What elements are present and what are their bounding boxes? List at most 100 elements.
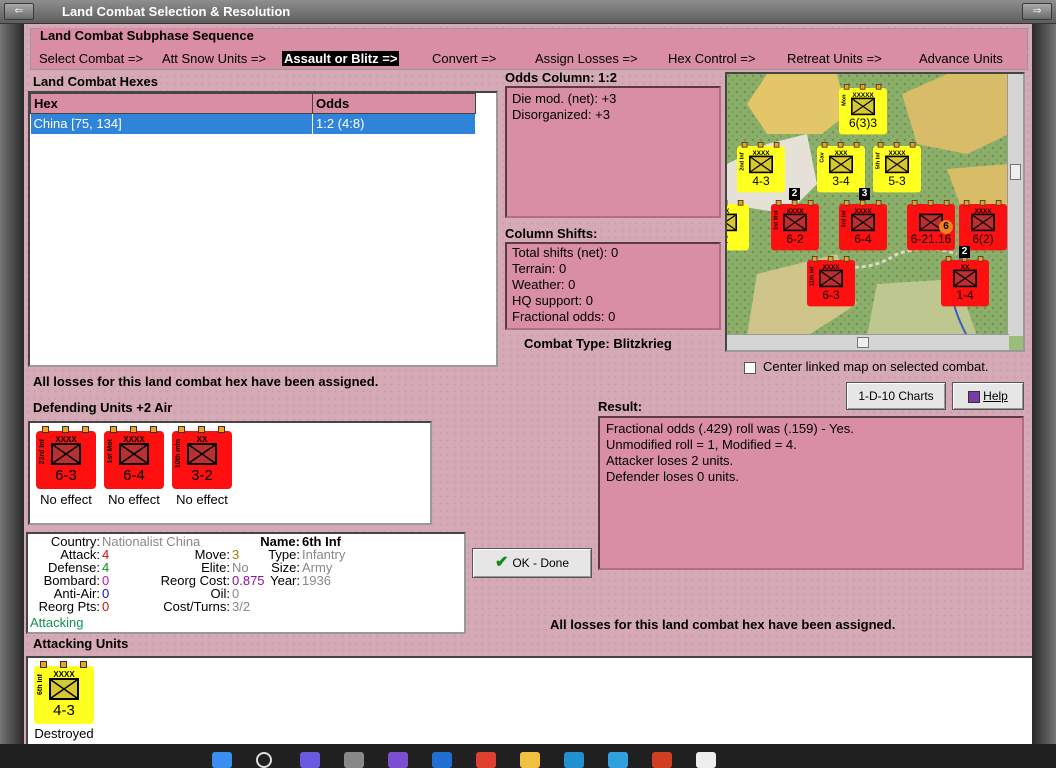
column-shifts-title: Column Shifts: <box>505 226 598 241</box>
result-line-4: Defender loses 0 units. <box>606 469 739 484</box>
seq-convert: Convert => <box>432 51 497 66</box>
unit-name: 23rd Inf <box>39 439 46 465</box>
search-icon[interactable] <box>256 752 272 768</box>
unit-name: 1st Mot <box>107 439 114 464</box>
hex-cell[interactable]: China [75, 134] <box>30 113 313 134</box>
unit-name: 1st Mot <box>773 210 779 230</box>
center-map-label: Center linked map on selected combat. <box>763 359 989 374</box>
unit-counter[interactable]: XXXX 6(2) <box>959 200 1007 251</box>
notepad-icon[interactable] <box>696 752 716 768</box>
combat-hexes-table: Hex Odds China [75, 134] 1:2 (4:8) <box>30 93 476 134</box>
help-button-label: Help <box>983 389 1008 403</box>
charts-button[interactable]: 1-D-10 Charts <box>846 382 946 410</box>
unit-counter[interactable]: XXXX 23rd Inf 6-3 <box>36 426 96 489</box>
map-vscroll-thumb[interactable] <box>1010 164 1021 180</box>
help-button[interactable]: Help <box>952 382 1024 410</box>
unit-strength: 6-4 <box>123 467 145 484</box>
disorganized-text: Disorganized: +3 <box>512 107 610 122</box>
combat-type: Combat Type: Blitzkrieg <box>524 336 672 351</box>
map-vscrollbar[interactable] <box>1007 74 1023 336</box>
seq-assault-or-blitz: Assault or Blitz => <box>282 51 400 66</box>
shift-terrain: Terrain: 0 <box>512 261 567 276</box>
copilot-icon[interactable] <box>300 752 320 768</box>
odds-panel: Die mod. (net): +3 Disorganized: +3 <box>505 86 721 218</box>
title-bar: ⇐ Land Combat Selection & Resolution ⇒ <box>0 0 1056 24</box>
infantry-symbol-icon <box>885 155 909 174</box>
unit-strength: 6(2) <box>972 232 994 247</box>
unit-strength: 6-3 <box>822 288 840 303</box>
unit-strength: 6-21.16 <box>910 232 952 247</box>
pip-icon <box>877 142 884 148</box>
pip-icon <box>60 661 67 668</box>
unit-counter[interactable]: XXXX 1st Mot 6-2 <box>771 200 819 251</box>
edge-icon[interactable] <box>608 752 628 768</box>
pip-icon <box>737 200 744 206</box>
col-odds-header[interactable]: Odds <box>312 93 476 114</box>
unit-strength: 1-4 <box>956 288 974 303</box>
unit-counter[interactable]: XXXXX Mon 6(3)3 <box>839 84 887 135</box>
unit-strength: 4-3 <box>752 174 770 189</box>
unit-counter[interactable]: XXX Cav 3-4 <box>817 142 865 193</box>
defending-units-title: Defending Units +2 Air <box>33 400 173 415</box>
attacking-units-title: Attacking Units <box>33 636 129 651</box>
col-hex-header[interactable]: Hex <box>30 93 313 114</box>
unit-counter[interactable]: XX 10th mtn 3-2 <box>172 426 232 489</box>
help-app-icon[interactable] <box>564 752 584 768</box>
pip-icon <box>893 142 900 148</box>
unit-counter[interactable]: XXXX 1st Mot 6-4 <box>104 426 164 489</box>
map-hscroll-thumb[interactable] <box>857 337 869 348</box>
unit-counter[interactable]: XXXX 11th Inf 6-3 <box>807 256 855 307</box>
defending-units-panel: XXXX 23rd Inf 6-3 No effect XXXX 1st Mot 6-4 No… <box>28 421 432 525</box>
unit-counter[interactable]: XX 1-4 <box>941 256 989 307</box>
unit-name: 2nd Inf <box>739 152 745 171</box>
pip-icon <box>218 426 225 433</box>
seq-select-combat: Select Combat => <box>39 51 144 66</box>
pip-icon <box>827 256 834 262</box>
chrome-icon[interactable] <box>476 752 496 768</box>
next-window-button[interactable]: ⇒ <box>1022 3 1052 20</box>
result-line-3: Attacker loses 2 units. <box>606 453 734 468</box>
unit-counter[interactable]: XXXX 2nd Inf 4-3 <box>737 142 785 193</box>
ok-done-label: OK - Done <box>512 556 570 570</box>
ok-done-button[interactable]: ✔ OK - Done <box>472 548 592 578</box>
pip-icon <box>80 661 87 668</box>
table-row[interactable]: China [75, 134] 1:2 (4:8) <box>30 113 476 134</box>
unit-info-panel: Country: Attack: Defense: Bombard: Anti-… <box>26 532 466 634</box>
infantry-symbol-icon <box>851 213 875 232</box>
start-icon[interactable] <box>212 752 232 768</box>
map-hscrollbar[interactable] <box>727 334 1009 350</box>
odds-cell[interactable]: 1:2 (4:8) <box>312 113 476 134</box>
folder-icon[interactable] <box>520 752 540 768</box>
window-frame-left <box>0 24 24 744</box>
pip-icon <box>911 200 918 206</box>
linked-map[interactable]: XXXXX Mon 6(3)3 XXXX 2nd Inf 4-3 XXX Cav 3-4 XXXX… <box>725 72 1025 352</box>
task-view-icon[interactable] <box>344 752 364 768</box>
pip-icon <box>843 200 850 206</box>
chat-icon[interactable] <box>388 752 408 768</box>
seq-retreat-units: Retreat Units => <box>787 51 882 66</box>
unit-counter[interactable]: XXXX 6th Inf 4-3 <box>34 661 94 724</box>
combat-hexes-title: Land Combat Hexes <box>33 74 158 89</box>
result-title: Result: <box>598 399 643 414</box>
center-map-checkbox[interactable] <box>744 362 756 374</box>
game-icon[interactable] <box>652 752 672 768</box>
pip-icon <box>791 200 798 206</box>
year-value: 1936 <box>302 573 331 588</box>
vscode-icon[interactable] <box>432 752 452 768</box>
infantry-symbol-icon <box>783 213 807 232</box>
unit-status: Attacking <box>30 615 84 630</box>
pip-icon <box>875 84 882 90</box>
reorg-pts-label: Reorg Pts: <box>38 599 100 614</box>
pip-icon <box>775 200 782 206</box>
pip-icon <box>963 200 970 206</box>
unit-counter[interactable]: XXXX 5th Inf 5-3 <box>873 142 921 193</box>
pip-icon <box>110 426 117 433</box>
unit-counter[interactable]: XX2 <box>727 200 749 251</box>
pip-icon <box>150 426 157 433</box>
prev-window-button[interactable]: ⇐ <box>4 3 34 20</box>
unit-strength: 4-3 <box>53 702 75 719</box>
shift-fractional: Fractional odds: 0 <box>512 309 616 324</box>
pip-icon <box>843 84 850 90</box>
unit-counter[interactable]: XXXX 3rd Inf 6-4 <box>839 200 887 251</box>
unit-strength: 5-3 <box>888 174 906 189</box>
